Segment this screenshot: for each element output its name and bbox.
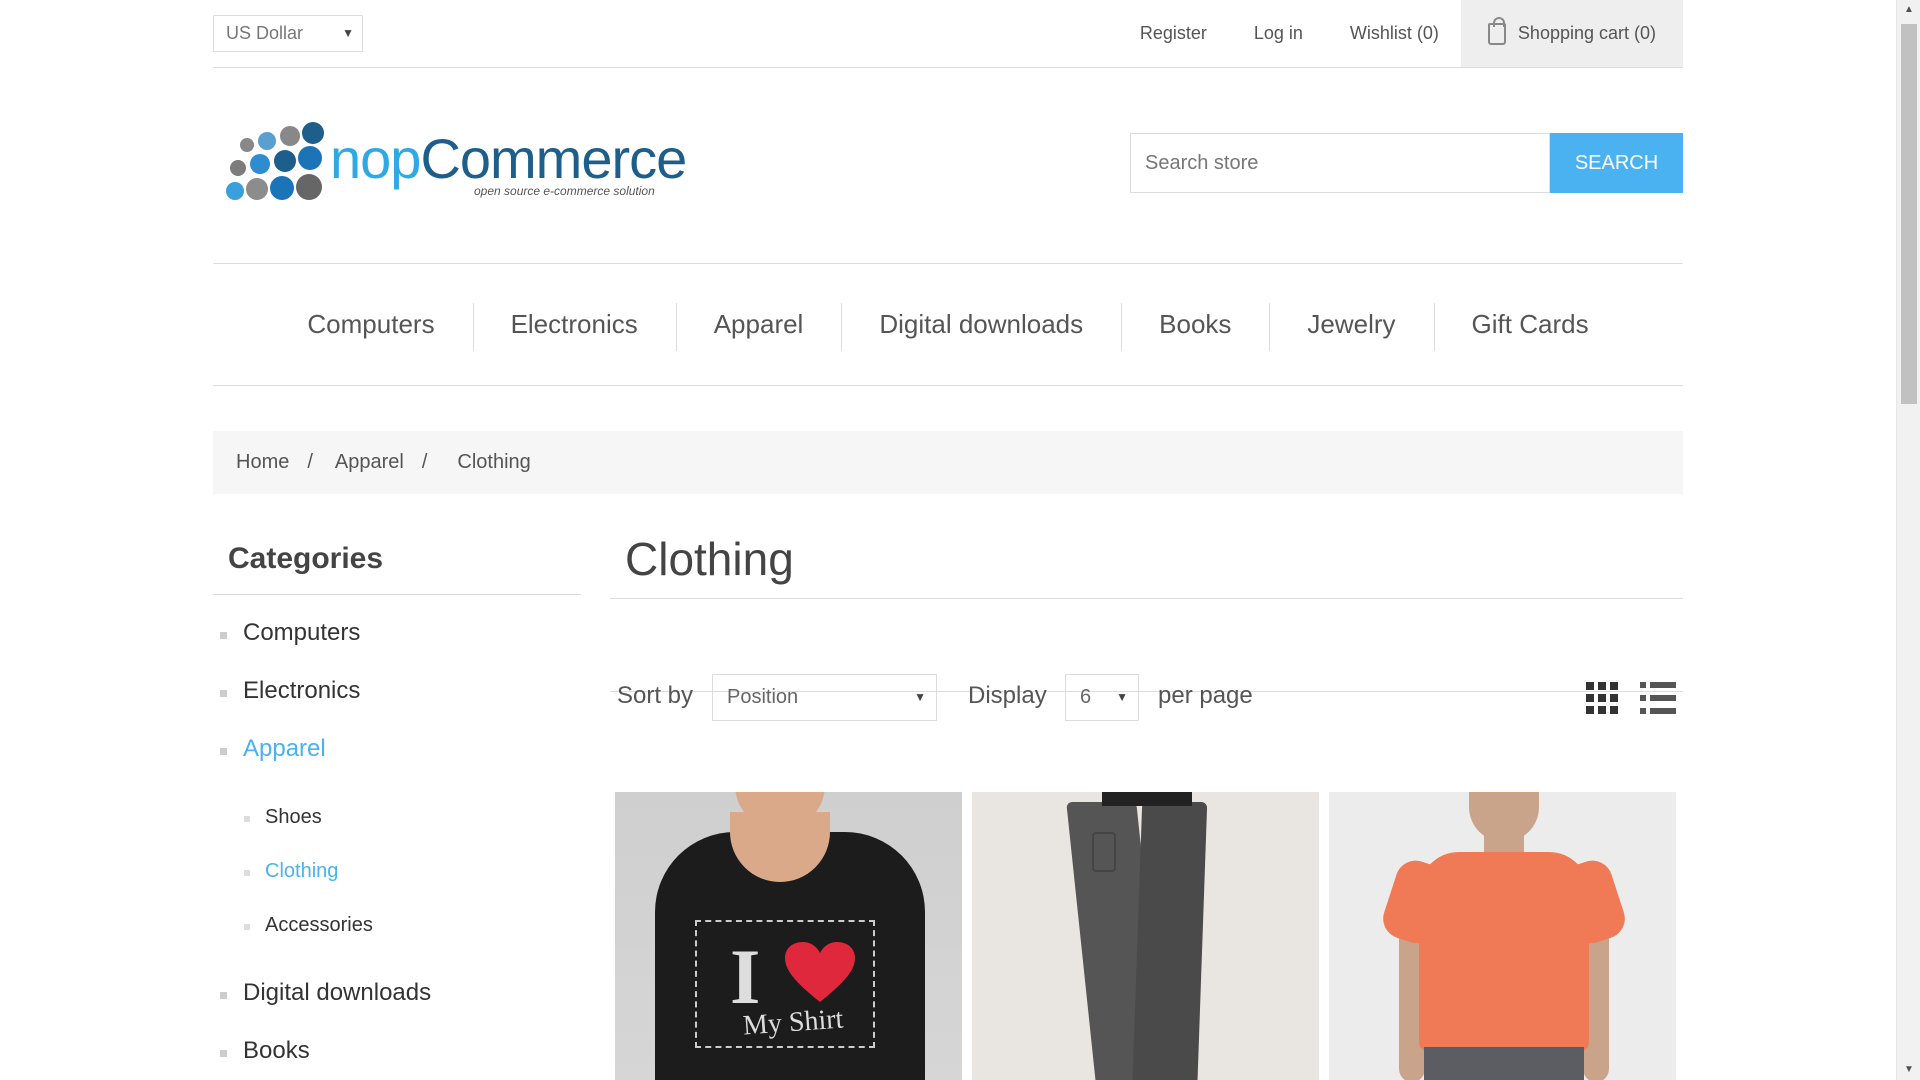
sidebar-subitem-clothing[interactable]: Clothing: [213, 844, 581, 898]
shopping-cart-link[interactable]: Shopping cart (0): [1460, 0, 1683, 67]
chevron-down-icon: ▼: [342, 26, 354, 40]
scroll-down-arrow[interactable]: ▼: [1897, 1060, 1920, 1080]
scroll-up-arrow[interactable]: ▲: [1897, 0, 1920, 20]
account-links: Register Log in Wishlist (0) Shopping ca…: [1093, 0, 1683, 67]
breadcrumb: Home / Apparel / Clothing: [213, 431, 1683, 494]
currency-value: US Dollar: [226, 23, 304, 43]
site-header: nopCommerce open source e-commerce solut…: [213, 68, 1683, 264]
nav-item-apparel[interactable]: Apparel: [675, 303, 842, 351]
shopping-bag-icon: [1487, 16, 1506, 45]
sidebar-item-books[interactable]: Books: [213, 1022, 581, 1080]
per-page-label: per page: [1158, 682, 1253, 709]
wishlist-link[interactable]: Wishlist (0): [1350, 23, 1439, 44]
nav-item-digital-downloads[interactable]: Digital downloads: [841, 303, 1121, 351]
list-view-icon[interactable]: [1640, 682, 1676, 714]
breadcrumb-apparel[interactable]: Apparel: [335, 451, 404, 474]
page-size-select[interactable]: 6 ▼: [1065, 674, 1139, 721]
breadcrumb-home[interactable]: Home: [236, 451, 289, 474]
display-label: Display: [968, 682, 1047, 709]
category-page: Clothing Sort by Position ▼ Display 6 ▼ …: [610, 530, 1683, 1080]
product-image-graphic-tshirt[interactable]: I My Shirt: [615, 792, 962, 1080]
sort-by-label: Sort by: [617, 682, 694, 709]
breadcrumb-current: Clothing: [457, 451, 531, 473]
nav-item-electronics[interactable]: Electronics: [472, 303, 676, 351]
logo-wordmark: nopCommerce: [330, 127, 687, 190]
page-scrollbar[interactable]: ▲ ▼: [1896, 0, 1920, 1080]
breadcrumb-separator: /: [421, 451, 428, 473]
sidebar-title: Categories: [213, 530, 581, 595]
nav-item-jewelry[interactable]: Jewelry: [1269, 303, 1433, 351]
product-image-grey-trousers[interactable]: [972, 792, 1319, 1080]
sidebar-item-digital-downloads[interactable]: Digital downloads: [213, 964, 581, 1022]
top-menu: Computers Electronics Apparel Digital do…: [213, 264, 1683, 386]
sidebar-item-electronics[interactable]: Electronics: [213, 662, 581, 720]
sidebar-item-apparel[interactable]: Apparel: [213, 720, 581, 778]
currency-select[interactable]: US Dollar ▼: [213, 15, 363, 52]
sidebar-subitem-shoes[interactable]: Shoes: [213, 790, 581, 844]
nav-item-books[interactable]: Books: [1121, 303, 1269, 351]
sort-by-select[interactable]: Position ▼: [712, 674, 937, 721]
product-grid: I My Shirt: [615, 792, 1686, 1080]
sidebar-subitem-accessories[interactable]: Accessories: [213, 898, 581, 952]
chevron-down-icon: ▼: [914, 690, 926, 704]
scrollbar-thumb[interactable]: [1901, 24, 1917, 404]
logo-dots-icon: [218, 120, 328, 210]
breadcrumb-separator: /: [307, 451, 313, 473]
product-image-orange-tshirt[interactable]: [1329, 792, 1676, 1080]
product-selectors: Sort by Position ▼ Display 6 ▼ per page: [610, 599, 1683, 721]
sort-by-value: Position: [727, 686, 799, 708]
chevron-down-icon: ▼: [1116, 690, 1128, 704]
grid-view-icon[interactable]: [1586, 682, 1618, 714]
search-button[interactable]: SEARCH: [1550, 133, 1683, 193]
apparel-subcategories: Shoes Clothing Accessories: [213, 778, 581, 964]
nav-item-computers[interactable]: Computers: [269, 309, 472, 340]
search-input[interactable]: Search store: [1130, 133, 1550, 193]
logo-tagline: open source e-commerce solution: [474, 184, 655, 198]
categories-sidebar: Categories Computers Electronics Apparel…: [213, 530, 581, 1080]
header-links-bar: US Dollar ▼ Register Log in Wishlist (0)…: [213, 0, 1683, 68]
page-size-value: 6: [1080, 686, 1092, 708]
store-logo[interactable]: nopCommerce open source e-commerce solut…: [218, 120, 688, 210]
search-form: Search store SEARCH: [1130, 133, 1683, 193]
nav-item-gift-cards[interactable]: Gift Cards: [1433, 303, 1627, 351]
login-link[interactable]: Log in: [1254, 23, 1303, 44]
sidebar-item-computers[interactable]: Computers: [213, 604, 581, 662]
page-title: Clothing: [610, 530, 1683, 599]
shopping-cart-label: Shopping cart (0): [1517, 23, 1656, 43]
register-link[interactable]: Register: [1140, 23, 1207, 44]
